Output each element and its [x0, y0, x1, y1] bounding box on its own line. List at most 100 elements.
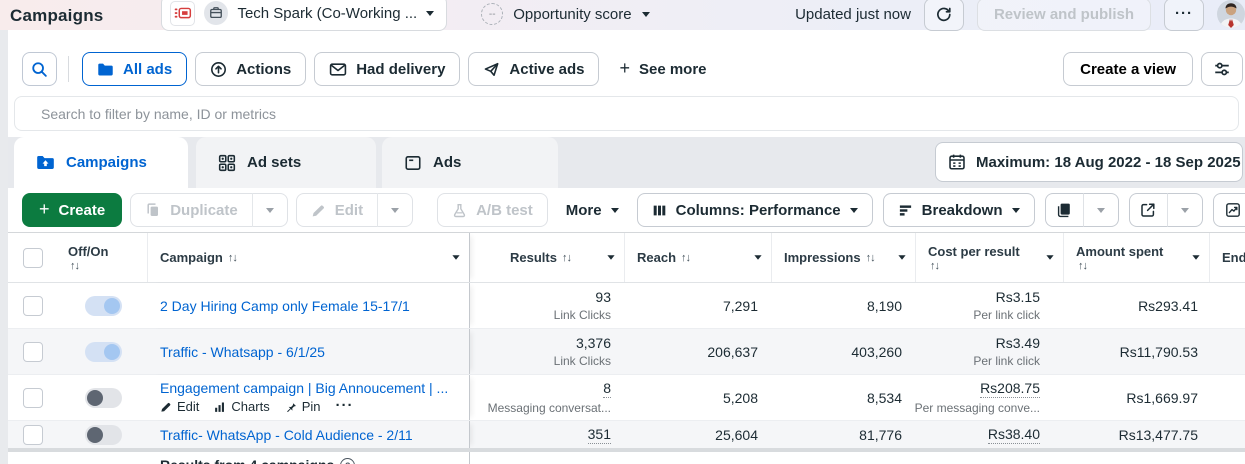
plus-icon: +: [619, 58, 630, 78]
edit-button[interactable]: Edit: [295, 193, 378, 227]
reach-cell: 7,291: [625, 283, 772, 328]
cost-cell: Rs208.75 Per messaging conve...: [914, 375, 1064, 420]
see-more-button[interactable]: + See more: [607, 52, 718, 86]
header-end[interactable]: End: [1210, 233, 1245, 282]
opportunity-score-selector[interactable]: -- Opportunity score: [481, 3, 650, 25]
header-reach[interactable]: Reach ↑↓: [625, 233, 772, 282]
row-select-cell: [8, 329, 58, 374]
date-range-selector[interactable]: Maximum: 18 Aug 2022 - 18 Sep 2025: [935, 142, 1243, 182]
sort-icon: ↑↓: [930, 259, 940, 272]
results-value[interactable]: 93: [595, 289, 611, 305]
row-checkbox[interactable]: [23, 341, 43, 362]
tab-ads[interactable]: Ads: [382, 137, 558, 188]
toggle-knob: [86, 426, 103, 443]
chevron-down-icon: [1011, 207, 1020, 213]
avatar[interactable]: [1217, 0, 1245, 28]
duplicate-dropdown[interactable]: [251, 193, 288, 227]
campaign-toggle[interactable]: [84, 387, 122, 408]
chevron-down-icon: [898, 255, 906, 260]
end-cell: [1210, 283, 1245, 328]
filter-pill-actions[interactable]: Actions: [195, 52, 307, 86]
create-a-view-button[interactable]: Create a view: [1063, 52, 1193, 86]
filter-settings-button[interactable]: [1201, 52, 1243, 86]
duplicate-button[interactable]: Duplicate: [130, 193, 252, 227]
spent-cell: Rs293.41: [1064, 283, 1210, 328]
more-button[interactable]: More: [555, 193, 629, 227]
header-campaign[interactable]: Campaign ↑↓: [148, 233, 470, 282]
reports-icon: [1057, 203, 1070, 218]
info-icon[interactable]: ?: [340, 458, 356, 464]
chevron-down-icon: [1192, 255, 1200, 260]
reports-button[interactable]: [1044, 193, 1083, 227]
campaign-link[interactable]: 2 Day Hiring Camp only Female 15-17/1: [160, 298, 410, 314]
calendar-icon: [949, 154, 965, 170]
review-and-publish-button[interactable]: Review and publish: [976, 0, 1151, 31]
opportunity-score-badge: --: [481, 3, 504, 25]
header-results[interactable]: Results ↑↓: [470, 233, 625, 282]
cost-cell: Rs3.49 Per link click: [916, 329, 1064, 374]
results-value[interactable]: 351: [587, 426, 611, 444]
cost-value: Rs3.15: [995, 289, 1040, 305]
row-toggle-cell: [58, 375, 148, 420]
campaign-link[interactable]: Traffic - Whatsapp - 6/1/25: [160, 344, 325, 360]
campaigns-folder-icon: [37, 155, 54, 170]
refresh-button[interactable]: [923, 0, 964, 31]
results-type: Link Clicks: [553, 308, 611, 322]
edit-dropdown[interactable]: [377, 193, 414, 227]
sort-icon: ↑↓: [681, 251, 691, 264]
filter-pill-all-ads[interactable]: All ads: [82, 52, 188, 86]
export-button[interactable]: [1128, 193, 1167, 227]
results-value[interactable]: 8: [603, 380, 611, 398]
filter-pill-had-delivery[interactable]: Had delivery: [314, 52, 461, 86]
tab-ad-sets[interactable]: Ad sets: [196, 137, 376, 188]
search-filter-button[interactable]: [22, 52, 57, 86]
export-dropdown[interactable]: [1166, 193, 1203, 227]
campaign-link[interactable]: Traffic- WhatsApp - Cold Audience - 2/11: [160, 427, 413, 443]
ab-test-button[interactable]: A/B test: [437, 193, 548, 227]
header-cost-per-result[interactable]: Cost per result ↑↓: [916, 233, 1064, 282]
header-label: Cost per result: [928, 243, 1020, 259]
row-pin-action[interactable]: Pin: [285, 399, 321, 414]
filter-pill-active-ads[interactable]: Active ads: [468, 52, 600, 86]
campaign-toggle[interactable]: [84, 341, 122, 362]
toggle-knob: [86, 389, 103, 406]
cost-value[interactable]: Rs208.75: [980, 380, 1040, 398]
header-impressions[interactable]: Impressions ↑↓: [772, 233, 916, 282]
row-more-action[interactable]: ···: [336, 397, 354, 415]
row-checkbox[interactable]: [23, 424, 43, 445]
search-input[interactable]: [14, 96, 1239, 131]
campaign-toggle[interactable]: [84, 295, 122, 316]
account-selector[interactable]: Tech Spark (Co-Working ...: [161, 0, 448, 31]
breakdown-button[interactable]: Breakdown: [882, 193, 1035, 227]
campaign-link[interactable]: Engagement campaign | Big Annoucement | …: [160, 380, 448, 396]
header-label: Results: [510, 250, 557, 265]
row-toggle-cell: [58, 329, 148, 374]
results-value[interactable]: 3,376: [576, 335, 611, 351]
header-label: End: [1222, 250, 1245, 265]
results-cell: 351: [470, 421, 625, 448]
spent-value: Rs11,790.53: [1119, 343, 1198, 360]
row-edit-action[interactable]: Edit: [160, 399, 199, 414]
create-button[interactable]: + Create: [22, 193, 123, 227]
columns-button[interactable]: Columns: Performance: [636, 193, 873, 227]
pencil-icon: [312, 204, 324, 216]
cost-value[interactable]: Rs38.40: [987, 426, 1040, 444]
charts-panel-button[interactable]: [1212, 193, 1245, 227]
campaign-toggle[interactable]: [84, 424, 122, 445]
header-amount-spent[interactable]: Amount spent ↑↓: [1064, 233, 1210, 282]
tab-campaigns[interactable]: Campaigns: [14, 137, 188, 188]
select-all-checkbox[interactable]: [23, 247, 43, 268]
edit-label: Edit: [334, 201, 364, 219]
row-toggle-cell: [58, 283, 148, 328]
chevron-down-icon: [1046, 255, 1054, 260]
reports-dropdown[interactable]: [1082, 193, 1119, 227]
pin-icon: [286, 401, 296, 412]
more-options-button[interactable]: ···: [1164, 0, 1204, 31]
filter-pill-label: Active ads: [509, 60, 585, 78]
header-off-on[interactable]: Off/On ↑↓: [58, 233, 148, 282]
row-checkbox[interactable]: [23, 295, 43, 316]
row-checkbox[interactable]: [23, 387, 43, 408]
cost-type: Per messaging conve...: [914, 401, 1040, 415]
row-charts-action[interactable]: Charts: [214, 399, 270, 414]
impressions-value: 8,190: [866, 297, 902, 314]
